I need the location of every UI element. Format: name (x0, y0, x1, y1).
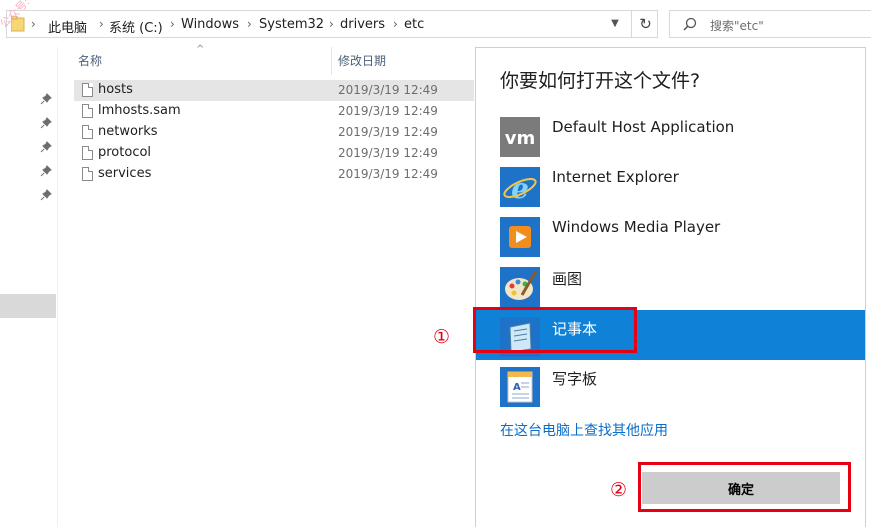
app-option-windows-media-player[interactable]: Windows Media Player (476, 210, 865, 260)
internet-explorer-icon: e (500, 167, 540, 207)
annotation-step-1: ① (433, 326, 451, 348)
file-icon (82, 104, 93, 118)
app-option-default-host[interactable]: vm Default Host Application (476, 110, 865, 160)
app-option-internet-explorer[interactable]: e Internet Explorer (476, 160, 865, 210)
file-name: lmhosts.sam (98, 103, 181, 118)
app-option-paint[interactable]: 画图 (476, 260, 865, 310)
file-row-protocol[interactable]: protocol 2019/3/19 12:49 (74, 143, 474, 164)
file-modified-date: 2019/3/19 12:49 (338, 146, 438, 160)
dialog-title: 你要如何打开这个文件? (500, 70, 701, 92)
annotation-step-2: ② (610, 479, 628, 501)
breadcrumb-system32[interactable]: System32 (259, 17, 324, 32)
address-bar[interactable]: › 此电脑 › 系统 (C:) › Windows › System32 › d… (6, 10, 658, 38)
file-name: hosts (98, 82, 133, 97)
chevron-right-icon: › (31, 17, 36, 31)
column-header-modified[interactable]: 修改日期 (338, 52, 386, 69)
app-label: Windows Media Player (552, 218, 721, 236)
file-modified-date: 2019/3/19 12:49 (338, 167, 438, 181)
breadcrumb-system-c[interactable]: 系统 (C:) (109, 17, 163, 36)
chevron-right-icon: › (393, 17, 398, 31)
media-player-icon (500, 217, 540, 257)
app-option-wordpad[interactable]: A 写字板 (476, 360, 865, 410)
pin-icon[interactable] (40, 117, 52, 129)
search-input[interactable]: 搜索"etc" (669, 10, 871, 38)
breadcrumb-this-pc[interactable]: 此电脑 (48, 17, 87, 36)
paint-icon (500, 267, 540, 307)
app-label: Default Host Application (552, 118, 735, 136)
file-icon (82, 125, 93, 139)
file-row-services[interactable]: services 2019/3/19 12:49 (74, 164, 474, 185)
vm-icon: vm (500, 117, 540, 157)
address-bar-region: › 此电脑 › 系统 (C:) › Windows › System32 › d… (0, 0, 871, 47)
pin-icon[interactable] (40, 93, 52, 105)
app-label: 画图 (552, 270, 583, 288)
pin-icon[interactable] (40, 141, 52, 153)
chevron-right-icon: › (247, 17, 252, 31)
app-label: 写字板 (552, 370, 598, 388)
chevron-down-icon[interactable]: ▼ (606, 15, 624, 33)
annotation-highlight-ok (638, 462, 851, 512)
chevron-right-icon: › (170, 17, 175, 31)
pin-icon[interactable] (40, 165, 52, 177)
breadcrumb-drivers[interactable]: drivers (340, 17, 385, 32)
column-header-name[interactable]: 名称 (78, 52, 102, 69)
breadcrumb-etc[interactable]: etc (404, 17, 424, 32)
refresh-icon[interactable]: ↻ (631, 11, 659, 37)
file-icon (82, 167, 93, 181)
file-modified-date: 2019/3/19 12:49 (338, 125, 438, 139)
svg-text:vm: vm (505, 128, 536, 149)
open-with-dialog: 你要如何打开这个文件? vm Default Host Application … (475, 47, 866, 527)
file-name: services (98, 166, 152, 181)
file-modified-date: 2019/3/19 12:49 (338, 104, 438, 118)
search-placeholder: 搜索"etc" (710, 19, 764, 33)
nav-pane-divider (57, 47, 58, 527)
column-divider[interactable] (331, 47, 332, 75)
chevron-right-icon: › (329, 17, 334, 31)
sort-ascending-icon: ^ (196, 44, 205, 55)
file-row-networks[interactable]: networks 2019/3/19 12:49 (74, 122, 474, 143)
app-label: Internet Explorer (552, 168, 679, 186)
svg-text:A: A (513, 382, 521, 393)
pin-icon[interactable] (40, 189, 52, 201)
file-row-hosts[interactable]: hosts 2019/3/19 12:49 (74, 80, 474, 101)
more-apps-link[interactable]: 在这台电脑上查找其他应用 (500, 420, 668, 440)
file-name: protocol (98, 145, 152, 160)
file-row-lmhosts[interactable]: lmhosts.sam 2019/3/19 12:49 (74, 101, 474, 122)
search-icon (683, 17, 697, 31)
file-icon (82, 83, 93, 97)
wordpad-icon: A (500, 367, 540, 407)
annotation-highlight-notepad (473, 307, 637, 353)
file-name: networks (98, 124, 158, 139)
file-modified-date: 2019/3/19 12:49 (338, 83, 438, 97)
nav-item-selected[interactable] (0, 294, 56, 318)
breadcrumb-windows[interactable]: Windows (181, 17, 239, 32)
chevron-right-icon: › (99, 17, 104, 31)
svg-text:e: e (511, 172, 529, 205)
file-icon (82, 146, 93, 160)
